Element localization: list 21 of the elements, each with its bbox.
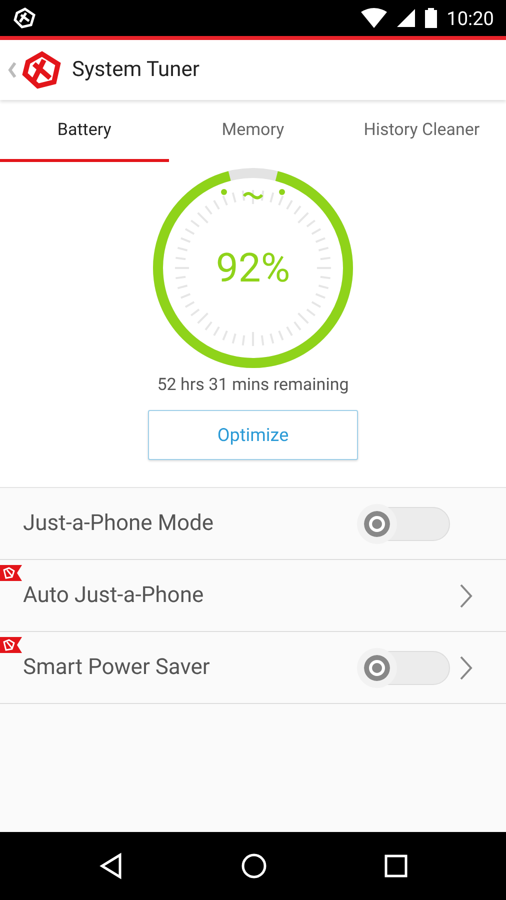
setting-label: Just-a-Phone Mode	[23, 511, 215, 536]
chevron-right-icon	[458, 582, 474, 610]
app-title: System Tuner	[72, 58, 200, 82]
chevron-right-icon	[458, 654, 474, 682]
clock-time: 10:20	[446, 6, 494, 30]
wifi-icon	[360, 8, 387, 28]
setting-row[interactable]: Just-a-Phone Mode	[0, 488, 506, 560]
app-logo-icon	[12, 7, 38, 29]
battery-percent: 92%	[216, 244, 290, 292]
setting-row[interactable]: Smart Power Saver	[0, 632, 506, 704]
setting-label: Auto Just-a-Phone	[23, 583, 205, 608]
back-icon[interactable]	[98, 852, 124, 880]
home-icon[interactable]	[240, 852, 268, 880]
setting-row[interactable]: Auto Just-a-Phone	[0, 560, 506, 632]
recents-icon[interactable]	[384, 854, 408, 878]
remaining-time: 52 hrs 31 mins remaining	[157, 375, 349, 395]
tab[interactable]: History Cleaner	[337, 100, 506, 162]
battery-icon	[424, 8, 437, 28]
setting-label: Smart Power Saver	[23, 655, 211, 680]
tab[interactable]: Memory	[168, 100, 338, 162]
signal-icon	[396, 9, 415, 27]
